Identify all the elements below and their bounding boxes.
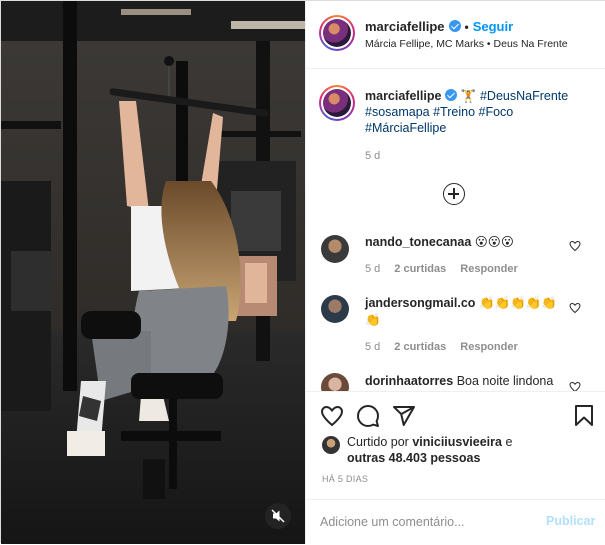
- caption-username[interactable]: marciafellipe: [365, 89, 441, 103]
- likes-text: Curtido por viniciiusvieeira e outras 48…: [347, 434, 547, 466]
- comment-likes[interactable]: 2 curtidas: [394, 341, 446, 353]
- bookmark-icon[interactable]: [572, 404, 596, 428]
- post-video[interactable]: [1, 1, 305, 544]
- verified-icon: [445, 89, 458, 101]
- commenter-avatar[interactable]: [321, 373, 349, 391]
- comment-text: dorinhaatorres Boa noite lindona: [365, 373, 565, 390]
- share-icon[interactable]: [392, 404, 416, 428]
- likes-connector: e: [505, 435, 513, 449]
- author-avatar[interactable]: [319, 15, 355, 51]
- commenter-avatar[interactable]: [321, 235, 349, 263]
- likes-count[interactable]: outras 48.403 pessoas: [347, 451, 480, 465]
- load-more-comments-button[interactable]: [443, 183, 465, 205]
- caption-text: marciafellipe 🏋 #DeusNaFrente #sosamapa …: [365, 88, 590, 136]
- post-header: marciafellipe • Seguir Márcia Fellipe, MC …: [306, 1, 605, 69]
- heart-icon[interactable]: [569, 381, 581, 391]
- comment-input[interactable]: [320, 512, 530, 532]
- hashtag[interactable]: #sosamapa: [365, 105, 430, 119]
- weight-emoji: 🏋: [460, 89, 477, 103]
- follow-button[interactable]: Seguir: [473, 19, 513, 34]
- heart-icon[interactable]: [569, 240, 581, 252]
- audio-attribution[interactable]: Márcia Fellipe, MC Marks • Deus Na Frent…: [365, 38, 568, 50]
- post-date[interactable]: HÁ 5 DIAS: [322, 474, 368, 484]
- post-details-panel: marciafellipe • Seguir Márcia Fellipe, MC …: [305, 1, 605, 544]
- post-actions: Curtido por viniciiusvieeira e outras 48…: [306, 391, 605, 544]
- author-username[interactable]: marciafellipe: [365, 19, 445, 34]
- caption-time[interactable]: 5 d: [365, 150, 380, 162]
- comment-likes[interactable]: 2 curtidas: [394, 263, 446, 275]
- instagram-post: marciafellipe • Seguir Márcia Fellipe, MC …: [0, 0, 605, 544]
- hashtag[interactable]: #Treino: [433, 105, 475, 119]
- mute-button[interactable]: [265, 503, 291, 529]
- comment-text: jandersongmail.co 👏👏👏👏👏👏: [365, 295, 565, 329]
- publish-button[interactable]: Publicar: [546, 514, 595, 528]
- hashtag[interactable]: #DeusNaFrente: [480, 89, 568, 103]
- hashtag[interactable]: #MárciaFellipe: [365, 121, 446, 135]
- comment-body: 😮😮😮: [474, 235, 514, 249]
- heart-icon[interactable]: [320, 404, 344, 428]
- mute-icon: [271, 509, 285, 523]
- comment-meta: 5 d 2 curtidas Responder: [365, 341, 532, 353]
- comment-text: nando_tonecanaa 😮😮😮: [365, 234, 565, 251]
- verified-icon: [448, 20, 461, 32]
- comment-time[interactable]: 5 d: [365, 263, 380, 275]
- reply-button[interactable]: Responder: [460, 341, 517, 353]
- comment-username[interactable]: nando_tonecanaa: [365, 235, 471, 249]
- caption-avatar[interactable]: [319, 85, 355, 121]
- comments-list: nando_tonecanaa 😮😮😮 5 d 2 curtidas Respond…: [306, 223, 605, 391]
- comment-username[interactable]: dorinhaatorres: [365, 374, 453, 388]
- commenter-avatar[interactable]: [321, 295, 349, 323]
- liker-username[interactable]: viniciiusvieeira: [412, 435, 502, 449]
- comment-icon[interactable]: [356, 404, 380, 428]
- comment-username[interactable]: jandersongmail.co: [365, 296, 475, 310]
- hashtag[interactable]: #Foco: [479, 105, 514, 119]
- gym-video-frame: [1, 1, 305, 544]
- comment-time[interactable]: 5 d: [365, 341, 380, 353]
- add-comment-bar: Publicar: [306, 499, 605, 545]
- reply-button[interactable]: Responder: [460, 263, 517, 275]
- comment-meta: 5 d 2 curtidas Responder: [365, 263, 532, 275]
- liker-avatar[interactable]: [322, 436, 340, 454]
- likes-prefix: Curtido por: [347, 435, 409, 449]
- separator-dot: •: [464, 20, 469, 34]
- author-line: marciafellipe • Seguir: [365, 19, 513, 34]
- comment-body: Boa noite lindona: [456, 374, 554, 388]
- heart-icon[interactable]: [569, 302, 581, 314]
